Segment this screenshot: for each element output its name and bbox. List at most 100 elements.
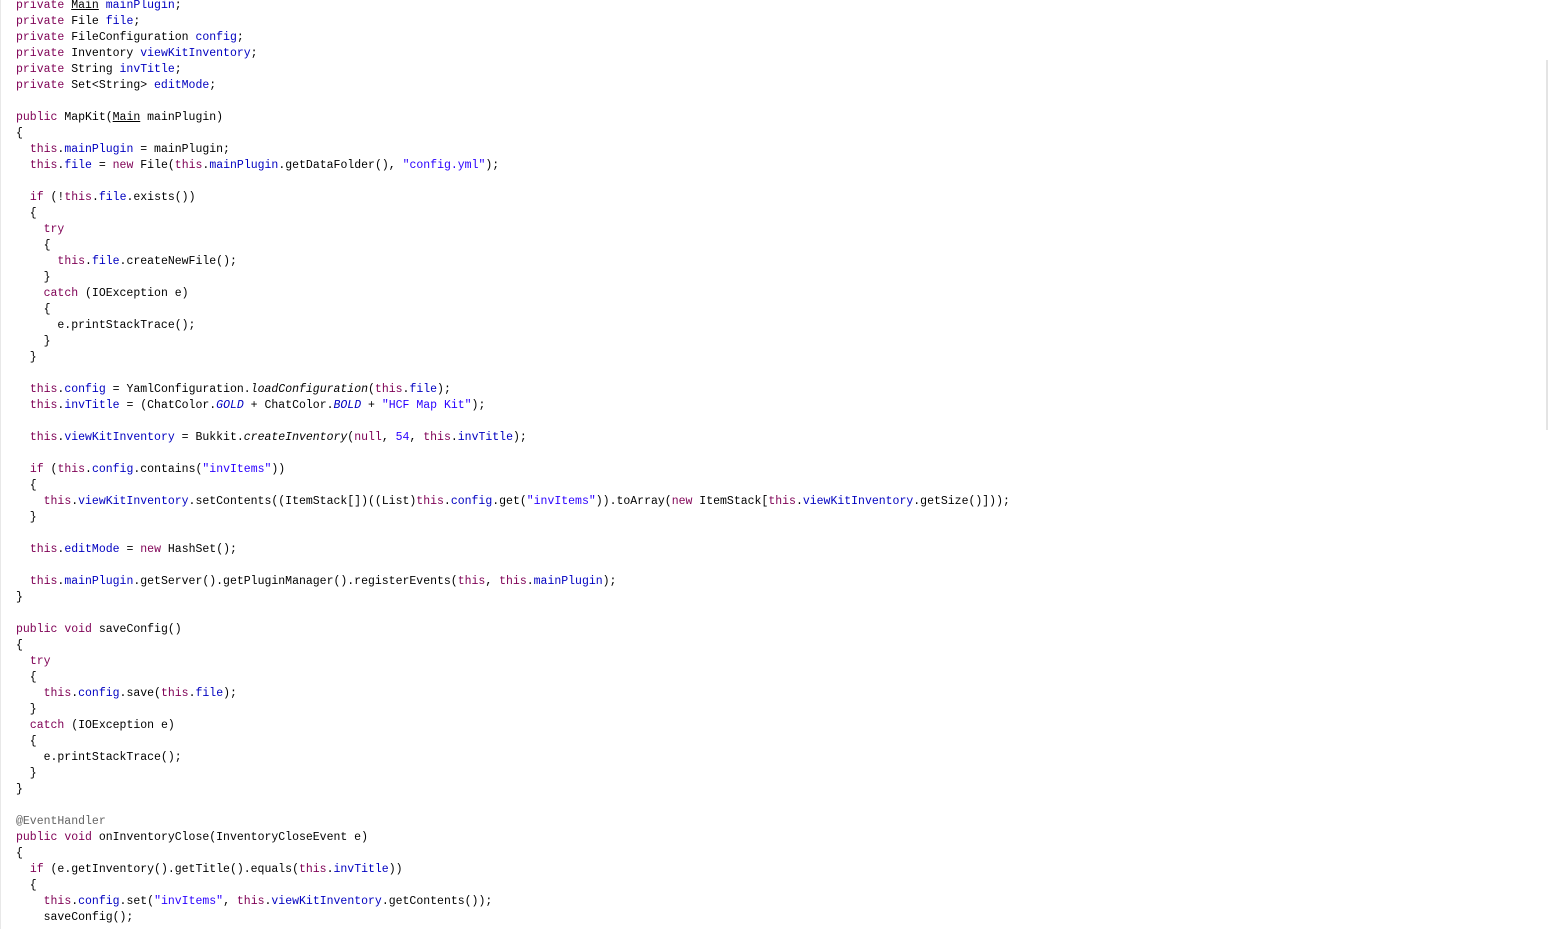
- keyword-token: private: [16, 15, 65, 28]
- code-line[interactable]: {: [16, 126, 1010, 142]
- code-line[interactable]: saveConfig();: [16, 910, 1010, 926]
- code-line[interactable]: private Main mainPlugin;: [16, 0, 1010, 14]
- code-line[interactable]: this.viewKitInventory.setContents((ItemS…: [16, 494, 1010, 510]
- code-line[interactable]: [16, 366, 1010, 382]
- code-line[interactable]: [16, 798, 1010, 814]
- code-line[interactable]: if (this.config.contains("invItems")): [16, 462, 1010, 478]
- field-token: viewKitInventory: [271, 895, 382, 908]
- keyword-token: this: [768, 495, 796, 508]
- code-line[interactable]: private Set<String> editMode;: [16, 78, 1010, 94]
- code-line[interactable]: if (e.getInventory().getTitle().equals(t…: [16, 862, 1010, 878]
- field-token: mainPlugin: [64, 575, 134, 588]
- keyword-token: if: [29, 863, 44, 876]
- keyword-token: private: [16, 0, 65, 12]
- code-line[interactable]: }: [16, 766, 1010, 782]
- code-line[interactable]: catch (IOException e): [16, 718, 1010, 734]
- code-line[interactable]: this.config.set("invItems", this.viewKit…: [16, 894, 1010, 910]
- code-line[interactable]: }: [16, 334, 1010, 350]
- field-token: mainPlugin: [105, 0, 175, 12]
- code-line[interactable]: e.printStackTrace();: [16, 750, 1010, 766]
- code-line[interactable]: this.config = YamlConfiguration.loadConf…: [16, 382, 1010, 398]
- code-token: .: [85, 463, 92, 476]
- keyword-token: this: [499, 575, 527, 588]
- code-line[interactable]: this.mainPlugin = mainPlugin;: [16, 142, 1010, 158]
- code-line[interactable]: [16, 558, 1010, 574]
- keyword-token: if: [29, 463, 44, 476]
- code-line[interactable]: this.config.save(this.file);: [16, 686, 1010, 702]
- code-line[interactable]: [16, 414, 1010, 430]
- code-token: ,: [223, 895, 237, 908]
- code-line[interactable]: private Inventory viewKitInventory;: [16, 46, 1010, 62]
- keyword-token: try: [43, 223, 65, 236]
- code-line[interactable]: if (!this.file.exists()): [16, 190, 1010, 206]
- code-line[interactable]: [16, 526, 1010, 542]
- code-line[interactable]: {: [16, 846, 1010, 862]
- code-line[interactable]: public void onInventoryClose(InventoryCl…: [16, 830, 1010, 846]
- keyword-token: private: [16, 79, 65, 92]
- code-token: Set<String>: [64, 79, 155, 92]
- code-line[interactable]: this.file = new File(this.mainPlugin.get…: [16, 158, 1010, 174]
- code-line[interactable]: }: [16, 270, 1010, 286]
- code-line[interactable]: try: [16, 654, 1010, 670]
- keyword-token: if: [29, 191, 44, 204]
- keyword-token: this: [29, 543, 58, 556]
- code-line[interactable]: e.printStackTrace();: [16, 318, 1010, 334]
- code-line[interactable]: {: [16, 670, 1010, 686]
- code-line[interactable]: [16, 174, 1010, 190]
- code-token: ;: [174, 63, 182, 76]
- static-method-token: createInventory: [243, 431, 348, 444]
- code-line[interactable]: }: [16, 350, 1010, 366]
- code-line[interactable]: try: [16, 222, 1010, 238]
- field-token: config: [78, 895, 120, 908]
- field-token: invTitle: [457, 431, 513, 444]
- code-line[interactable]: this.file.createNewFile();: [16, 254, 1010, 270]
- code-line[interactable]: public void saveConfig(): [16, 622, 1010, 638]
- code-line[interactable]: }: [16, 510, 1010, 526]
- code-line[interactable]: this.mainPlugin.getServer().getPluginMan…: [16, 574, 1010, 590]
- code-line[interactable]: }: [16, 702, 1010, 718]
- keyword-token: public: [16, 623, 58, 636]
- keyword-token: catch: [43, 287, 79, 300]
- code-line[interactable]: {: [16, 478, 1010, 494]
- code-line[interactable]: {: [16, 734, 1010, 750]
- keyword-token: new: [112, 159, 134, 172]
- annotation-token: @EventHandler: [16, 815, 106, 828]
- code-line[interactable]: catch (IOException e): [16, 286, 1010, 302]
- code-line[interactable]: this.editMode = new HashSet();: [16, 542, 1010, 558]
- code-line[interactable]: [16, 94, 1010, 110]
- type-reference-token: Main: [112, 111, 141, 124]
- code-token: {: [16, 735, 37, 748]
- code-line[interactable]: this. viewKitInventory = Bukkit.createInv…: [16, 430, 1010, 446]
- code-line[interactable]: private FileConfiguration config;: [16, 30, 1010, 46]
- static-field-token: GOLD: [216, 399, 244, 412]
- keyword-token: this: [374, 383, 403, 396]
- code-line[interactable]: this.invTitle = (ChatColor.GOLD + ChatCo…: [16, 398, 1010, 414]
- code-line[interactable]: }: [16, 590, 1010, 606]
- code-line[interactable]: {: [16, 878, 1010, 894]
- code-line[interactable]: [16, 606, 1010, 622]
- code-line[interactable]: {: [16, 638, 1010, 654]
- code-token: + ChatColor.: [243, 399, 334, 412]
- code-line[interactable]: }: [16, 782, 1010, 798]
- code-line[interactable]: {: [16, 302, 1010, 318]
- code-line[interactable]: public MapKit(Main mainPlugin): [16, 110, 1010, 126]
- code-token: .getContents());: [381, 895, 493, 908]
- field-token: viewKitInventory: [140, 47, 251, 60]
- code-line[interactable]: private File file;: [16, 14, 1010, 30]
- code-line[interactable]: {: [16, 206, 1010, 222]
- code-line[interactable]: @EventHandler: [16, 814, 1010, 830]
- code-text-area[interactable]: private Main mainPlugin; private File fil…: [16, 0, 1010, 926]
- code-line[interactable]: {: [16, 238, 1010, 254]
- code-editor[interactable]: private Main mainPlugin; private File fil…: [0, 0, 1548, 929]
- code-line[interactable]: private String invTitle;: [16, 62, 1010, 78]
- code-line[interactable]: [16, 446, 1010, 462]
- code-token: {: [16, 639, 23, 652]
